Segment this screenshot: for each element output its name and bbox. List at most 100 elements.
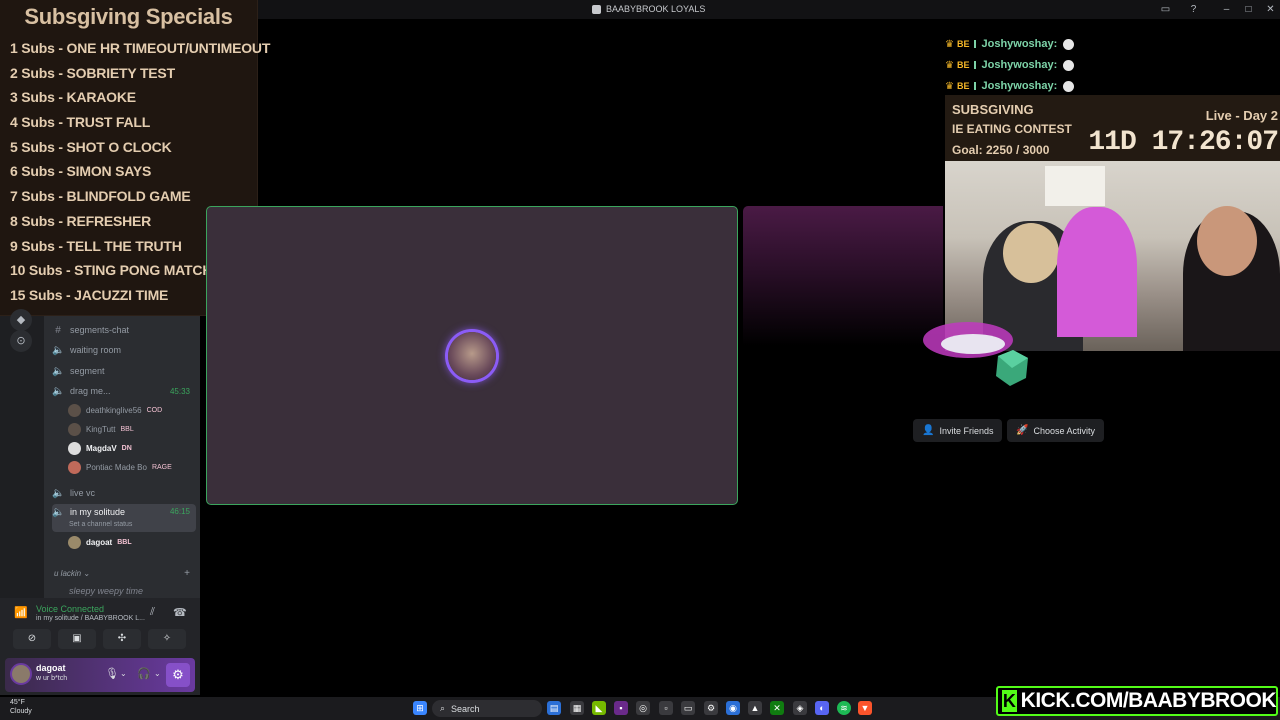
chat-username: Joshywoshay:: [981, 38, 1058, 50]
help-icon[interactable]: ?: [1187, 3, 1200, 16]
webcam-person-head: [1003, 223, 1059, 283]
crown-icon: ♛: [945, 59, 954, 71]
special-item: 4 Subs - TRUST FALL: [10, 114, 151, 131]
brave-icon[interactable]: ▼: [858, 701, 872, 715]
channel-drag-me[interactable]: 🔈 drag me... 45:33: [52, 382, 196, 400]
app-icon[interactable]: ◎: [636, 701, 650, 715]
chat-username: Joshywoshay:: [981, 80, 1058, 92]
windows-start-icon[interactable]: ⊞: [413, 701, 427, 715]
weather-widget[interactable]: 45°F Cloudy: [10, 698, 32, 716]
chat-message: ♛ BE Joshywoshay:: [945, 36, 1075, 52]
server-rail: ◆ ⊙: [0, 309, 44, 598]
disconnect-icon[interactable]: ☎: [173, 606, 187, 619]
user-tag: BBL: [120, 426, 134, 433]
channel-name: waiting room: [70, 345, 122, 355]
taskbar-search[interactable]: ⌕ Search: [432, 700, 542, 717]
emote-icon: [1063, 80, 1075, 92]
kick-banner: K KICK.COM/BAABYBROOK: [996, 686, 1278, 716]
invite-friends-button[interactable]: 👤 Invite Friends: [913, 419, 1003, 442]
category-u-lackin[interactable]: u lackin ⌄: [54, 569, 90, 578]
chat-message: ♛ BE Joshywoshay:: [945, 78, 1075, 94]
chevron-down-icon[interactable]: ⌄: [120, 669, 127, 678]
voice-user[interactable]: deathkinglive56 COD: [68, 402, 162, 419]
user-panel: dagoat w ur b*tch 🎙 ⌄ 🎧 ⌄ ⚙: [0, 655, 200, 695]
channel-live-vc[interactable]: 🔈 live vc: [52, 484, 196, 502]
discover-icon[interactable]: ⊙: [10, 330, 32, 352]
server-icon: [592, 4, 601, 14]
inbox-icon[interactable]: ▭: [1159, 3, 1172, 16]
avatar: [68, 461, 81, 474]
window-title: BAABYBROOK LOYALS: [592, 4, 705, 14]
channel-timer: 45:33: [169, 386, 190, 396]
xbox-icon[interactable]: ✕: [770, 701, 784, 715]
app-icon[interactable]: ▭: [681, 701, 695, 715]
channel-name: drag me...: [70, 386, 111, 396]
divider: [974, 40, 977, 48]
voice-tile-dagoat[interactable]: [206, 206, 738, 505]
app-icon[interactable]: ◈: [793, 701, 807, 715]
steam-icon[interactable]: ⚙: [704, 701, 718, 715]
signal-icon: 📶: [14, 607, 28, 619]
nvidia-icon[interactable]: ◣: [592, 701, 606, 715]
close-button[interactable]: ✕: [1264, 3, 1277, 16]
chevron-down-icon: ⌄: [83, 569, 91, 578]
channel-status-hint[interactable]: Set a channel status: [69, 521, 132, 528]
voice-user[interactable]: Pontiac Made Bo RAGE: [68, 459, 172, 476]
channel-sidebar: # segments-chat 🔈 waiting room 🔈 segment…: [44, 316, 200, 598]
activity-button[interactable]: ✣: [103, 629, 141, 649]
screen-share-button[interactable]: ▣: [58, 629, 96, 649]
user-tag: RAGE: [151, 464, 172, 471]
widget-event: IE EATING CONTEST: [952, 122, 1072, 136]
avatar[interactable]: [10, 663, 32, 685]
channel-segments-chat[interactable]: # segments-chat: [52, 321, 196, 339]
minimize-button[interactable]: –: [1220, 3, 1233, 16]
edge-icon[interactable]: ◉: [726, 701, 740, 715]
headphones-icon[interactable]: 🎧: [137, 667, 151, 680]
camera-off-button[interactable]: ⊘: [13, 629, 51, 649]
task-view-icon[interactable]: ▤: [547, 701, 561, 715]
channel-segment[interactable]: 🔈 segment: [52, 362, 196, 380]
app-icon[interactable]: ▫: [659, 701, 673, 715]
voice-user[interactable]: KingTutt BBL: [68, 421, 134, 438]
app-icon[interactable]: ▦: [570, 701, 584, 715]
add-user-icon: 👤: [922, 425, 935, 436]
add-channel-icon[interactable]: +: [184, 568, 190, 579]
subsgiving-widget: SUBSGIVING IE EATING CONTEST Goal: 2250 …: [945, 95, 1280, 161]
voice-user[interactable]: dagoat BBL: [68, 534, 132, 551]
voice-user[interactable]: MagdaV DN: [68, 440, 132, 457]
divider: [974, 61, 977, 69]
window-title-text: BAABYBROOK LOYALS: [606, 4, 706, 14]
stream-tile[interactable]: [743, 206, 943, 346]
specials-heading: Subsgiving Specials: [24, 4, 233, 29]
user-tag: COD: [146, 407, 163, 414]
webcam-person: [1057, 207, 1137, 337]
invite-label: Invite Friends: [939, 425, 994, 436]
choose-activity-button[interactable]: 🚀 Choose Activity: [1007, 419, 1104, 442]
user-name: dagoat: [86, 538, 113, 547]
noise-suppression-icon[interactable]: ⫽: [150, 606, 155, 619]
gear-icon[interactable]: ⚙: [166, 663, 190, 687]
epic-icon[interactable]: ▲: [748, 701, 762, 715]
activity-label: Choose Activity: [1033, 425, 1095, 436]
channel-sleepy[interactable]: sleepy weepy time: [69, 586, 143, 596]
speaker-icon: 🔈: [52, 487, 65, 499]
chevron-down-icon[interactable]: ⌄: [154, 669, 161, 678]
channel-name: live vc: [70, 488, 96, 498]
server-icon-button[interactable]: ◆: [10, 309, 32, 331]
user-name[interactable]: dagoat: [36, 663, 66, 673]
voice-location[interactable]: in my solitude / BAABYBROOK L...: [36, 615, 145, 622]
kick-url: KICK.COM/BAABYBROOK: [1020, 689, 1277, 712]
maximize-button[interactable]: □: [1242, 3, 1255, 16]
voice-status[interactable]: Voice Connected: [36, 604, 104, 614]
soundboard-button[interactable]: ✧: [148, 629, 186, 649]
microphone-icon[interactable]: 🎙: [105, 667, 119, 680]
crown-icon: ♛: [945, 80, 954, 92]
avatar: [68, 442, 81, 455]
chat-username: Joshywoshay:: [981, 59, 1058, 71]
discord-icon[interactable]: ◐: [815, 701, 829, 715]
spotify-icon[interactable]: ≋: [837, 701, 851, 715]
widget-title: SUBSGIVING: [952, 102, 1034, 117]
channel-waiting-room[interactable]: 🔈 waiting room: [52, 341, 196, 359]
user-name: deathkinglive56: [86, 406, 142, 415]
app-icon[interactable]: ▪: [614, 701, 628, 715]
